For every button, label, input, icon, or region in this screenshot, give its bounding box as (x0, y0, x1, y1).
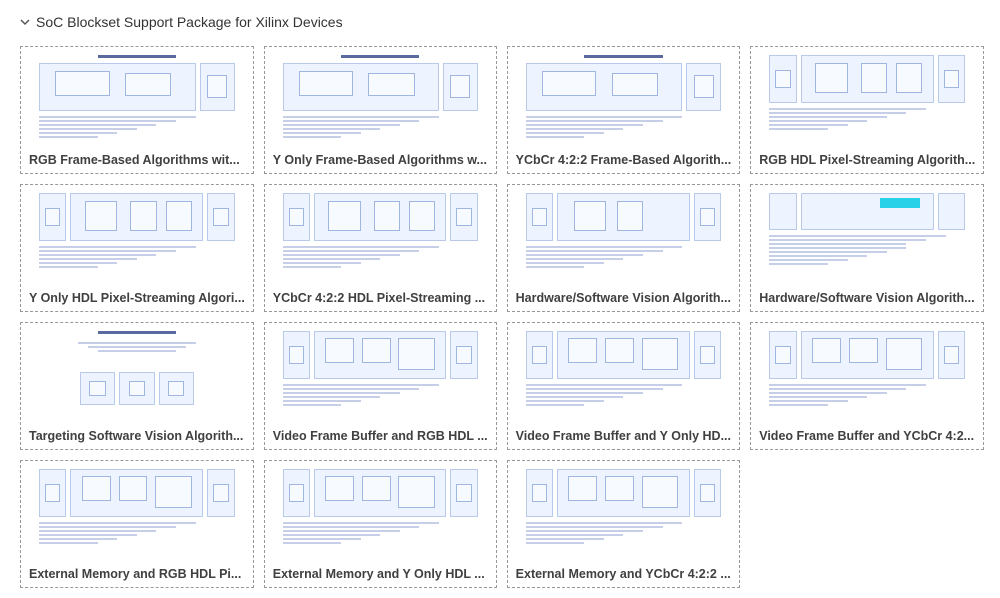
example-thumbnail (751, 323, 983, 422)
example-card[interactable]: RGB Frame-Based Algorithms wit... (20, 46, 254, 174)
example-card[interactable]: Hardware/Software Vision Algorith... (507, 184, 741, 312)
example-label: YCbCr 4:2:2 HDL Pixel-Streaming ... (265, 284, 496, 311)
example-label: Y Only Frame-Based Algorithms w... (265, 146, 496, 173)
example-thumbnail (751, 185, 983, 284)
example-label: Video Frame Buffer and RGB HDL ... (265, 422, 496, 449)
example-thumbnail (508, 461, 740, 560)
example-thumbnail (265, 461, 496, 560)
section-title: SoC Blockset Support Package for Xilinx … (36, 14, 343, 30)
card-grid: RGB Frame-Based Algorithms wit... Y Only … (20, 38, 980, 588)
example-label: Hardware/Software Vision Algorith... (508, 284, 740, 311)
example-label: YCbCr 4:2:2 Frame-Based Algorith... (508, 146, 740, 173)
example-thumbnail (21, 461, 253, 560)
example-label: Hardware/Software Vision Algorith... (751, 284, 983, 311)
example-thumbnail (508, 323, 740, 422)
example-card[interactable]: YCbCr 4:2:2 HDL Pixel-Streaming ... (264, 184, 497, 312)
example-thumbnail (265, 47, 496, 146)
section-header[interactable]: SoC Blockset Support Package for Xilinx … (20, 10, 980, 38)
example-thumbnail (21, 47, 253, 146)
example-label: RGB Frame-Based Algorithms wit... (21, 146, 253, 173)
example-label: Targeting Software Vision Algorith... (21, 422, 253, 449)
example-card[interactable]: Targeting Software Vision Algorith... (20, 322, 254, 450)
example-label: External Memory and Y Only HDL ... (265, 560, 496, 587)
example-label: Y Only HDL Pixel-Streaming Algori... (21, 284, 253, 311)
example-card[interactable]: Y Only Frame-Based Algorithms w... (264, 46, 497, 174)
example-card[interactable]: Video Frame Buffer and YCbCr 4:2... (750, 322, 984, 450)
example-thumbnail (21, 185, 253, 284)
example-card[interactable]: RGB HDL Pixel-Streaming Algorith... (750, 46, 984, 174)
example-label: External Memory and RGB HDL Pi... (21, 560, 253, 587)
example-card[interactable]: YCbCr 4:2:2 Frame-Based Algorith... (507, 46, 741, 174)
example-label: Video Frame Buffer and YCbCr 4:2... (751, 422, 983, 449)
example-thumbnail (508, 47, 740, 146)
example-thumbnail (751, 47, 983, 146)
example-label: External Memory and YCbCr 4:2:2 ... (508, 560, 740, 587)
example-card[interactable]: External Memory and Y Only HDL ... (264, 460, 497, 588)
example-thumbnail (265, 323, 496, 422)
example-card[interactable]: Hardware/Software Vision Algorith... (750, 184, 984, 312)
example-label: RGB HDL Pixel-Streaming Algorith... (751, 146, 983, 173)
example-card[interactable]: Video Frame Buffer and RGB HDL ... (264, 322, 497, 450)
example-card[interactable]: External Memory and RGB HDL Pi... (20, 460, 254, 588)
example-thumbnail (21, 323, 253, 422)
example-card[interactable]: Y Only HDL Pixel-Streaming Algori... (20, 184, 254, 312)
example-card[interactable]: Video Frame Buffer and Y Only HD... (507, 322, 741, 450)
example-thumbnail (265, 185, 496, 284)
chevron-down-icon (20, 17, 30, 27)
example-label: Video Frame Buffer and Y Only HD... (508, 422, 740, 449)
example-thumbnail (508, 185, 740, 284)
example-card[interactable]: External Memory and YCbCr 4:2:2 ... (507, 460, 741, 588)
